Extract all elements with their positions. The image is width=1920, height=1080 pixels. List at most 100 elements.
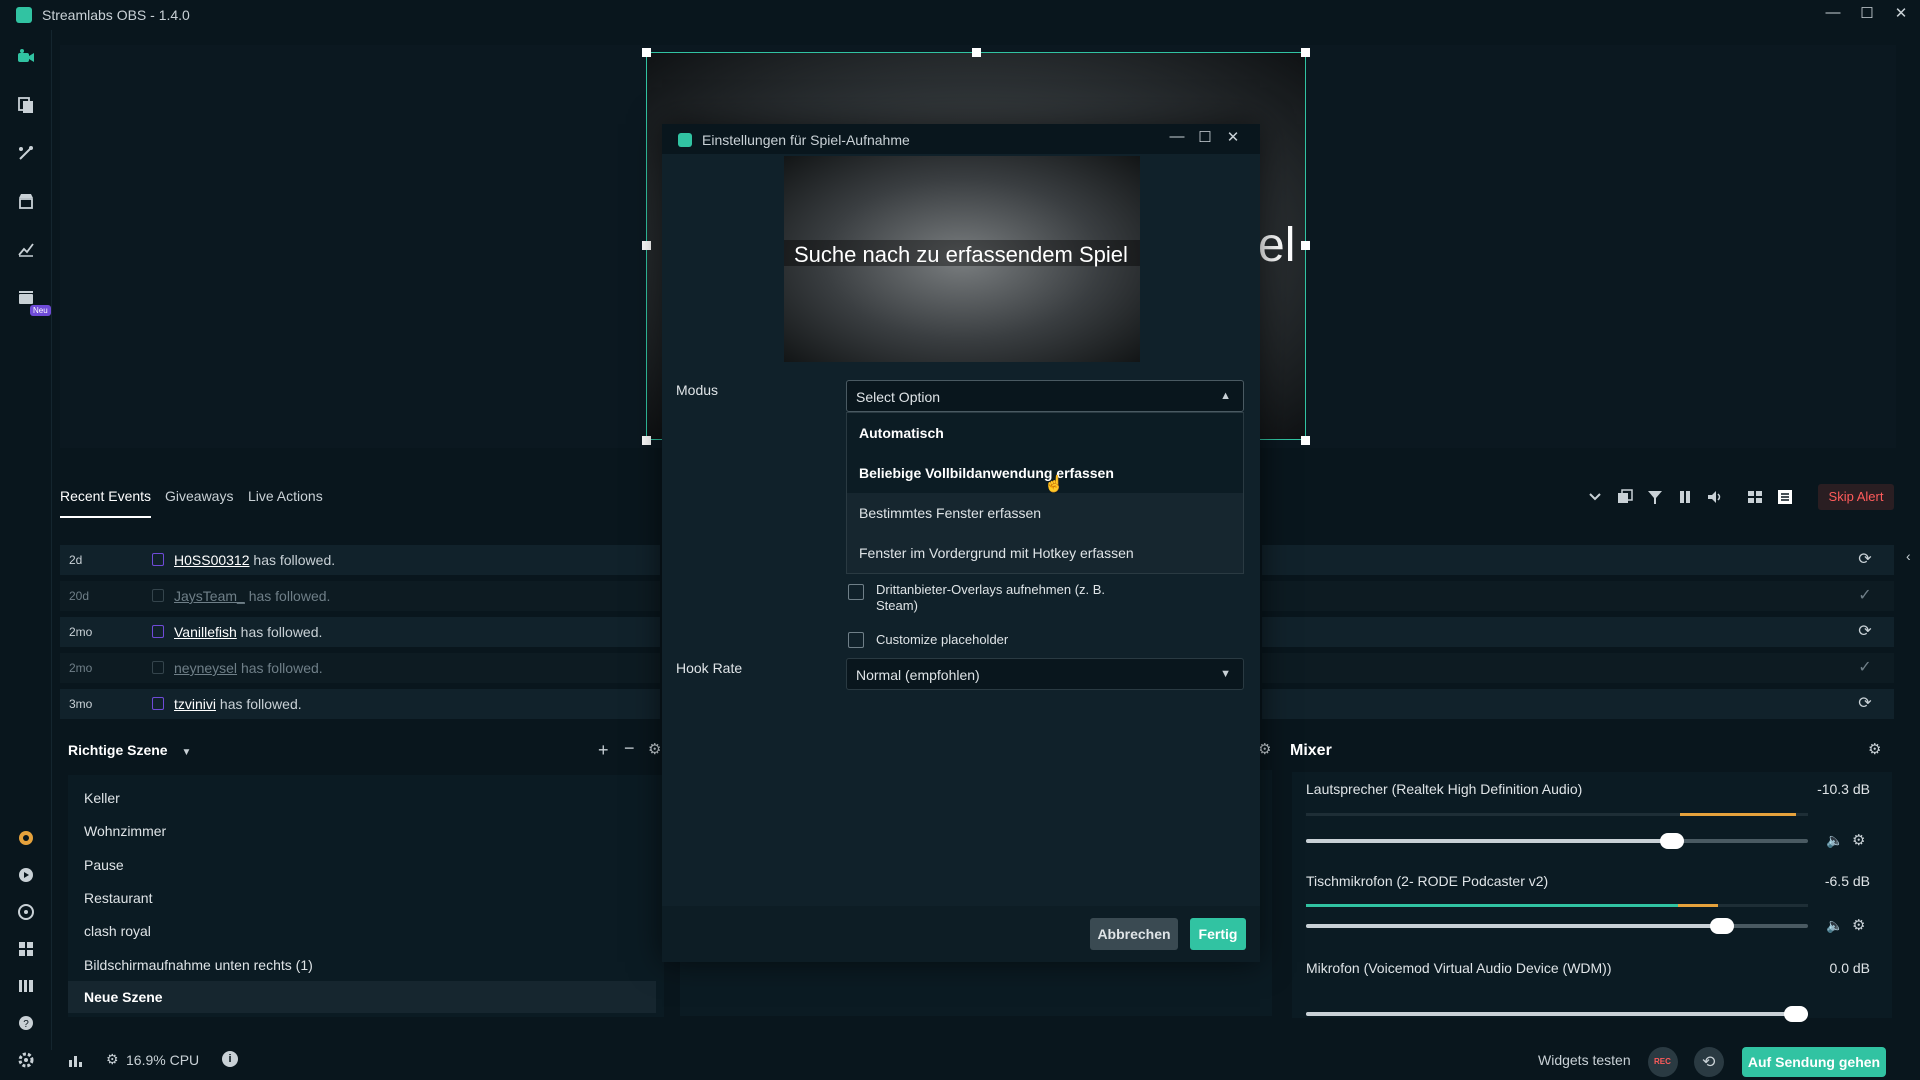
dialog-close-button[interactable]: ✕: [1222, 128, 1244, 146]
repeat-alert-icon[interactable]: ⟳: [1856, 693, 1874, 712]
mixer-title: Mixer: [1290, 742, 1332, 759]
media-icon[interactable]: [16, 865, 36, 885]
filter-icon[interactable]: [1646, 488, 1664, 506]
resize-handle[interactable]: [642, 241, 651, 250]
add-scene-icon[interactable]: +: [598, 740, 609, 761]
settings-gear-icon[interactable]: [16, 1050, 36, 1070]
mode-option[interactable]: Fenster im Vordergrund mit Hotkey erfass…: [847, 533, 1243, 573]
cancel-button[interactable]: Abbrechen: [1090, 918, 1178, 950]
new-badge: Neu: [30, 305, 51, 316]
go-live-button[interactable]: Auf Sendung gehen: [1742, 1047, 1886, 1077]
grid-view-icon[interactable]: [1746, 488, 1764, 506]
event-action: has followed.: [248, 588, 331, 604]
done-button[interactable]: Fertig: [1190, 918, 1246, 950]
audio-settings-icon[interactable]: ⚙: [1852, 916, 1865, 934]
tab-giveaways[interactable]: Giveaways: [165, 488, 233, 504]
list-view-icon[interactable]: [1776, 488, 1794, 506]
speaker-icon[interactable]: 🔈: [1826, 832, 1843, 849]
replay-buffer-button[interactable]: ⟲: [1694, 1047, 1724, 1077]
collapse-chevron-icon[interactable]: ‹: [1906, 548, 1911, 564]
mode-select[interactable]: Select Option ▲: [846, 380, 1244, 412]
minimize-button[interactable]: —: [1820, 4, 1846, 21]
dialog-maximize-button[interactable]: ☐: [1194, 128, 1216, 146]
event-username[interactable]: Vanillefish: [174, 624, 237, 640]
volume-slider-knob[interactable]: [1710, 918, 1734, 934]
highlighter-icon[interactable]: [16, 287, 36, 307]
themes-icon[interactable]: [16, 95, 36, 115]
event-row: 20d JaysTeam_ has followed.: [60, 581, 660, 611]
scene-item[interactable]: Keller: [84, 790, 120, 806]
scene-item[interactable]: Wohnzimmer: [84, 823, 166, 839]
volume-slider[interactable]: [1306, 833, 1808, 849]
resize-handle[interactable]: [642, 48, 651, 57]
resize-handle[interactable]: [1301, 48, 1310, 57]
scene-item[interactable]: Bildschirmaufnahme unten rechts (1): [84, 957, 313, 973]
sources-settings-icon[interactable]: ⚙: [1258, 740, 1271, 758]
chat-icon[interactable]: [16, 902, 36, 922]
prime-icon[interactable]: [16, 828, 36, 848]
event-message: neyneysel has followed.: [174, 660, 323, 676]
mode-option[interactable]: Bestimmtes Fenster erfassen: [847, 493, 1243, 533]
close-button[interactable]: ✕: [1888, 4, 1914, 22]
check-icon[interactable]: ✓: [1856, 585, 1874, 604]
event-action: has followed.: [240, 660, 323, 676]
scene-item[interactable]: Restaurant: [84, 890, 152, 906]
scene-settings-icon[interactable]: ⚙: [648, 740, 661, 758]
scene-item-active[interactable]: Neue Szene: [68, 981, 656, 1013]
event-username[interactable]: neyneysel: [174, 660, 237, 676]
resize-handle[interactable]: [972, 48, 981, 57]
chevron-down-icon[interactable]: [1586, 488, 1604, 506]
scene-item[interactable]: clash royal: [84, 923, 151, 939]
overlays-checkbox[interactable]: [848, 584, 864, 600]
event-message: H0SS00312 has followed.: [174, 552, 335, 568]
resize-handle[interactable]: [642, 436, 651, 445]
mixer-settings-icon[interactable]: ⚙: [1868, 740, 1881, 758]
popout-icon[interactable]: [1616, 488, 1634, 506]
remove-scene-icon[interactable]: −: [624, 738, 635, 759]
stats-bar-chart-icon[interactable]: [68, 1052, 84, 1068]
studio-mode-icon[interactable]: [16, 976, 36, 996]
event-username[interactable]: H0SS00312: [174, 552, 250, 568]
speaker-icon[interactable]: 🔈: [1826, 917, 1843, 934]
volume-slider-knob[interactable]: [1660, 833, 1684, 849]
volume-slider-knob[interactable]: [1784, 1006, 1808, 1022]
audio-settings-icon[interactable]: ⚙: [1852, 831, 1865, 849]
dialog-minimize-button[interactable]: —: [1166, 128, 1188, 145]
hook-rate-select[interactable]: Normal (empfohlen) ▼: [846, 658, 1244, 690]
rec-label: REC: [1654, 1057, 1671, 1066]
placeholder-checkbox[interactable]: [848, 632, 864, 648]
volume-icon[interactable]: [1706, 488, 1724, 506]
pause-icon[interactable]: [1676, 488, 1694, 506]
editor-camera-icon[interactable]: [16, 47, 36, 67]
capture-preview: Suche nach zu erfassendem Spiel: [784, 156, 1140, 362]
check-icon[interactable]: ✓: [1856, 657, 1874, 676]
event-time: 3mo: [69, 697, 93, 711]
resize-handle[interactable]: [1301, 241, 1310, 250]
app-store-icon[interactable]: [16, 143, 36, 163]
record-button[interactable]: REC: [1648, 1047, 1678, 1077]
maximize-button[interactable]: ☐: [1854, 4, 1880, 22]
volume-slider[interactable]: [1306, 1006, 1808, 1022]
event-username[interactable]: JaysTeam_: [174, 588, 245, 604]
tab-recent-events[interactable]: Recent Events: [60, 488, 152, 518]
store-icon[interactable]: [16, 191, 36, 211]
game-capture-settings-dialog: Einstellungen für Spiel-Aufnahme — ☐ ✕ S…: [662, 124, 1260, 962]
dropdown-caret-icon[interactable]: ▼: [181, 747, 191, 758]
dashboard-chart-icon[interactable]: [16, 239, 36, 259]
event-action: has followed.: [240, 624, 323, 640]
help-icon[interactable]: ?: [16, 1013, 36, 1033]
event-username[interactable]: tzvinivi: [174, 696, 216, 712]
mode-option[interactable]: Automatisch: [847, 413, 1243, 453]
skip-alert-button[interactable]: Skip Alert: [1818, 484, 1894, 510]
layout-icon[interactable]: [16, 939, 36, 959]
repeat-alert-icon[interactable]: ⟳: [1856, 621, 1874, 640]
audio-db-value: 0.0 dB: [1829, 960, 1870, 976]
tab-live-actions[interactable]: Live Actions: [248, 488, 323, 504]
resize-handle[interactable]: [1301, 436, 1310, 445]
info-icon[interactable]: i: [222, 1051, 238, 1067]
repeat-alert-icon[interactable]: ⟳: [1856, 549, 1874, 568]
scene-item[interactable]: Pause: [84, 857, 124, 873]
volume-slider[interactable]: [1306, 918, 1808, 934]
widgets-test-link[interactable]: Widgets testen: [1538, 1052, 1631, 1068]
scene-collection-title[interactable]: Richtige Szene ▼: [68, 742, 191, 758]
